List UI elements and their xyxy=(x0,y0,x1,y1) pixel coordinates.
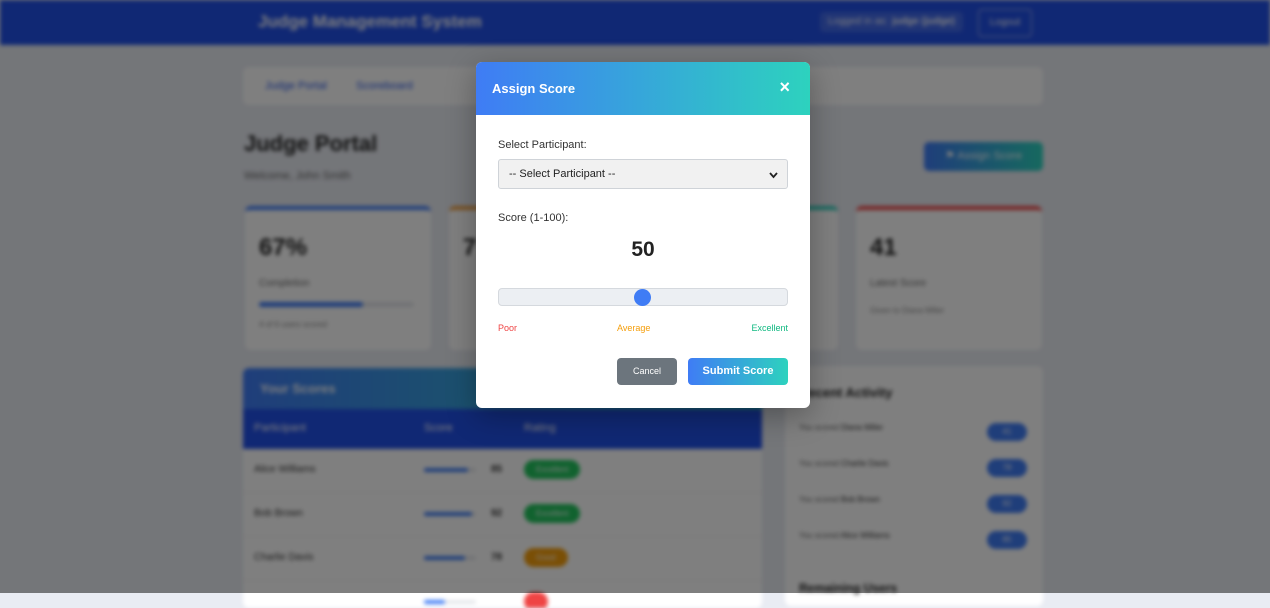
scale-poor: Poor xyxy=(498,323,518,333)
participant-selected-value: -- Select Participant -- xyxy=(509,168,616,180)
rating-badge xyxy=(524,592,548,608)
close-icon[interactable]: × xyxy=(779,77,790,98)
modal-header: Assign Score × xyxy=(476,62,810,115)
modal-title: Assign Score xyxy=(492,81,576,96)
chevron-down-icon xyxy=(768,161,779,200)
cancel-button[interactable]: Cancel xyxy=(617,358,677,385)
score-value: 50 xyxy=(631,238,655,261)
submit-score-button[interactable]: Submit Score xyxy=(688,358,788,385)
score-bar xyxy=(424,600,476,604)
assign-score-modal: Assign Score × Select Participant: -- Se… xyxy=(476,62,810,408)
slider-thumb[interactable] xyxy=(633,289,651,306)
scale-excellent: Excellent xyxy=(751,323,788,333)
participant-select[interactable]: -- Select Participant -- xyxy=(498,159,788,189)
score-label: Score (1-100): xyxy=(498,212,569,224)
scale-average: Average xyxy=(617,323,651,333)
participant-label: Select Participant: xyxy=(498,139,587,151)
